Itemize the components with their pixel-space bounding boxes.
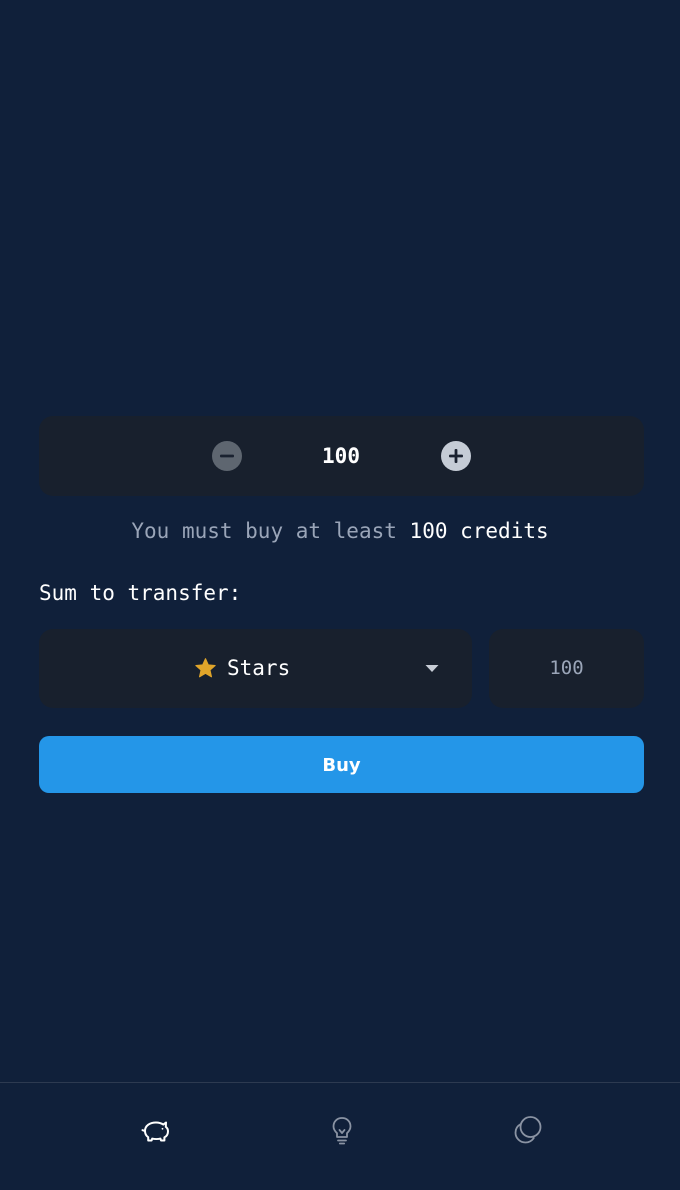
increment-button[interactable] — [441, 441, 471, 471]
minimum-note-amount: 100 credits — [409, 519, 549, 543]
selected-currency-label: Stars — [227, 656, 291, 680]
transfer-amount-field: 100 — [489, 629, 644, 708]
nav-item-lightbulb[interactable] — [320, 1108, 364, 1152]
chevron-down-icon — [425, 665, 439, 672]
quantity-stepper: 100 — [39, 416, 644, 496]
star-icon — [195, 658, 216, 678]
overlapping-circles-icon — [514, 1116, 542, 1144]
sum-to-transfer-label: Sum to transfer: — [39, 581, 242, 605]
buy-button[interactable]: Buy — [39, 736, 644, 793]
lightbulb-icon — [332, 1117, 352, 1145]
bottom-navigation — [0, 1082, 680, 1190]
nav-item-overlapping-circles[interactable] — [506, 1108, 550, 1152]
minimum-purchase-note: You must buy at least 100 credits — [0, 517, 680, 545]
transfer-amount-value: 100 — [549, 657, 584, 679]
decrement-button[interactable] — [212, 441, 242, 471]
piggy-bank-icon — [141, 1121, 169, 1142]
plus-circle-icon — [449, 449, 463, 463]
minus-circle-icon — [220, 454, 234, 458]
nav-item-piggy-bank[interactable] — [134, 1108, 178, 1152]
quantity-value: 100 — [322, 444, 360, 468]
currency-select[interactable]: Stars — [39, 629, 472, 708]
minimum-note-prefix: You must buy at least — [131, 519, 397, 543]
